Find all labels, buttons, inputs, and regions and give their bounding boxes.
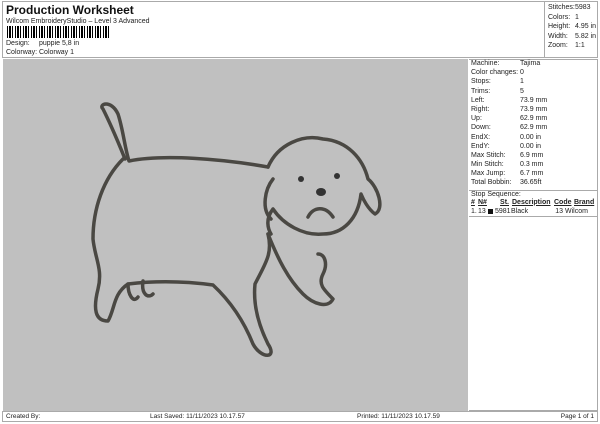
stop-sequence-header: # N# St. Description Code Brand bbox=[469, 199, 597, 208]
info-row: Up: 62.9 mm bbox=[469, 115, 597, 124]
stat-label: Colors: bbox=[548, 13, 571, 21]
info-label: Stops: bbox=[471, 78, 491, 86]
color-swatch bbox=[488, 208, 493, 214]
stat-value: 4.95 in bbox=[575, 23, 597, 30]
stat-row: Width: 5.82 in bbox=[548, 33, 598, 43]
info-label: EndY: bbox=[471, 142, 490, 150]
puppy-embroidery-image bbox=[91, 102, 382, 357]
cell-stitches: 5981 bbox=[495, 207, 511, 215]
stat-label: Height: bbox=[548, 23, 571, 30]
info-row: Max Jump: 6.7 mm bbox=[469, 170, 597, 179]
info-label: Down: bbox=[471, 124, 491, 132]
cell-num: 1. bbox=[471, 207, 477, 215]
info-row: Left: 73.9 mm bbox=[469, 97, 597, 106]
worksheet-header: Production Worksheet Wilcom EmbroiderySt… bbox=[2, 1, 598, 58]
footer: Created By: Last Saved: 11/11/2023 10.17… bbox=[2, 411, 598, 422]
info-row: Trims: 5 bbox=[469, 88, 597, 97]
info-value: 36.65ft bbox=[520, 179, 542, 187]
info-label: Machine: bbox=[471, 60, 500, 67]
info-label: Left: bbox=[471, 96, 485, 104]
info-row: EndY: 0.00 in bbox=[469, 143, 597, 152]
stat-row: Colors: 1 bbox=[548, 14, 598, 24]
created-by: Created By: bbox=[6, 413, 41, 420]
col-header: Description bbox=[512, 198, 551, 206]
stop-sequence-title: Stop Sequence: bbox=[469, 189, 597, 199]
last-saved: Last Saved: 11/11/2023 10.17.57 bbox=[150, 413, 245, 420]
stat-label: Zoom: bbox=[548, 42, 568, 49]
stat-value: 1 bbox=[575, 13, 579, 21]
info-row: Total Bobbin: 36.65ft bbox=[469, 179, 597, 188]
colorway-row: Colorway: Colorway 1 bbox=[6, 49, 74, 56]
info-label: Max Stitch: bbox=[471, 151, 506, 159]
cell-description: Black bbox=[511, 207, 529, 215]
design-value: puppie 5,8 in bbox=[39, 40, 80, 47]
printed: Printed: 11/11/2023 10.17.59 bbox=[357, 413, 440, 420]
info-label: Trims: bbox=[471, 87, 491, 95]
cell-needle: 13 bbox=[478, 207, 486, 215]
cell-code: 13 bbox=[555, 207, 563, 215]
info-row: Max Stitch: 6.9 mm bbox=[469, 152, 597, 161]
design-preview bbox=[3, 59, 468, 411]
info-label: Right: bbox=[471, 105, 490, 113]
info-value: 0 bbox=[520, 69, 524, 77]
info-label: Total Bobbin: bbox=[471, 179, 512, 187]
info-value: 73.9 mm bbox=[520, 96, 548, 104]
stat-value: 1:1 bbox=[575, 42, 585, 49]
info-label: Color changes: bbox=[471, 69, 519, 77]
info-row: Min Stitch: 0.3 mm bbox=[469, 161, 597, 170]
info-label: EndX: bbox=[471, 133, 491, 141]
design-label: Design: bbox=[6, 40, 30, 47]
info-value: Tajima bbox=[520, 60, 541, 67]
info-label: Min Stitch: bbox=[471, 161, 504, 169]
design-stats: Stitches:5983 Colors: 1 Height: 4.95 in Wi… bbox=[544, 2, 600, 58]
stat-value: 5.82 in bbox=[575, 32, 597, 40]
colorway-label: Colorway: bbox=[6, 49, 38, 56]
info-row: EndX: 0.00 in bbox=[469, 134, 597, 143]
cell-brand: Wilcom bbox=[565, 207, 588, 215]
stat-row: Height: 4.95 in bbox=[548, 23, 598, 33]
design-row: Design: puppie 5,8 in bbox=[6, 40, 79, 47]
info-row: Color changes: 0 bbox=[469, 69, 597, 78]
info-row: Right: 73.9 mm bbox=[469, 106, 597, 115]
info-value: 62.9 mm bbox=[520, 124, 548, 132]
info-row: Stops: 1 bbox=[469, 78, 597, 87]
stat-label: Stitches: bbox=[548, 4, 575, 11]
colorway-value: Colorway 1 bbox=[39, 49, 75, 56]
barcode bbox=[7, 26, 111, 38]
info-label: Max Jump: bbox=[471, 170, 506, 178]
info-value: 73.9 mm bbox=[520, 105, 548, 113]
machine-info-panel: Machine: Tajima Color changes: 0 Stops: 1 Trim… bbox=[469, 59, 598, 411]
info-value: 6.9 mm bbox=[520, 151, 544, 159]
stat-row: Stitches:5983 bbox=[548, 4, 598, 14]
col-header: N# bbox=[478, 198, 487, 206]
stat-value: 5983 bbox=[575, 4, 591, 11]
stat-row: Zoom: 1:1 bbox=[548, 42, 598, 52]
page-number: Page 1 of 1 bbox=[560, 413, 594, 420]
info-value: 62.9 mm bbox=[520, 115, 548, 123]
stat-label: Width: bbox=[548, 32, 568, 40]
info-row: Machine: Tajima bbox=[469, 60, 597, 69]
software-name: Wilcom EmbroideryStudio – Level 3 Advanc… bbox=[6, 18, 150, 25]
info-value: 6.7 mm bbox=[520, 170, 544, 178]
info-value: 5 bbox=[520, 87, 524, 95]
info-value: 0.00 in bbox=[520, 142, 542, 150]
info-value: 1 bbox=[520, 78, 524, 86]
info-row: Down: 62.9 mm bbox=[469, 124, 597, 133]
col-header: Brand bbox=[574, 198, 595, 206]
col-header: St. bbox=[500, 198, 509, 206]
info-value: 0.3 mm bbox=[520, 161, 544, 169]
info-value: 0.00 in bbox=[520, 133, 542, 141]
table-row: 1. 13 5981 Black 13 Wilcom bbox=[469, 208, 597, 217]
col-header: # bbox=[471, 198, 475, 206]
info-list: Machine: Tajima Color changes: 0 Stops: 1 Trim… bbox=[469, 60, 597, 189]
page-title: Production Worksheet bbox=[6, 3, 134, 17]
info-label: Up: bbox=[471, 115, 482, 123]
col-header: Code bbox=[554, 198, 572, 206]
